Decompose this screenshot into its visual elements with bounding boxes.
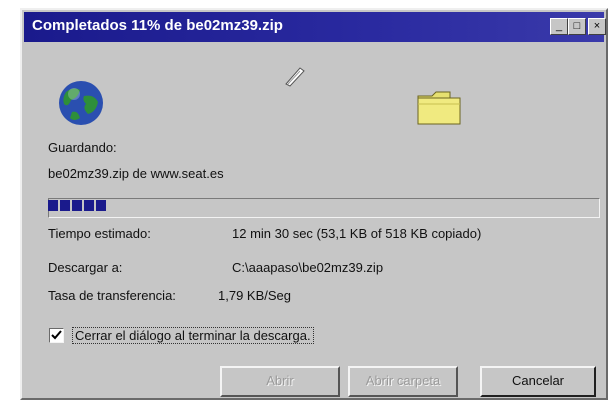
progress-block (84, 200, 94, 211)
saving-label: Guardando: (48, 140, 117, 155)
transfer-rate-label: Tasa de transferencia: (48, 288, 176, 303)
download-dialog: Completados 11% de be02mz39.zip _ □ × Gu… (20, 8, 608, 400)
maximize-button[interactable]: □ (568, 18, 586, 35)
open-folder-button[interactable]: Abrir carpeta (348, 366, 458, 397)
download-to-value: C:\aaapaso\be02mz39.zip (232, 260, 384, 275)
globe-icon (59, 81, 103, 125)
cancel-button[interactable]: Cancelar (480, 366, 596, 397)
progress-block (60, 200, 70, 211)
progress-block (48, 200, 58, 211)
window-title: Completados 11% de be02mz39.zip (32, 17, 283, 34)
paper-sheet-icon (285, 67, 305, 87)
saving-value: be02mz39.zip de www.seat.es (48, 166, 224, 181)
close-button[interactable]: × (588, 18, 606, 35)
title-bar[interactable]: Completados 11% de be02mz39.zip _ □ × (24, 12, 606, 42)
progress-block (72, 200, 82, 211)
download-to-label: Descargar a: (48, 260, 123, 275)
checkmark-icon (51, 330, 62, 340)
transfer-rate-value: 1,79 KB/Seg (218, 288, 291, 303)
time-value: 12 min 30 sec (53,1 KB of 518 KB copiado… (232, 226, 482, 241)
open-button[interactable]: Abrir (220, 366, 340, 397)
close-on-finish-label[interactable]: Cerrar el diálogo al terminar la descarg… (72, 327, 314, 344)
progress-block (96, 200, 106, 211)
time-label: Tiempo estimado: (48, 226, 151, 241)
folder-icon (417, 91, 461, 125)
close-on-finish-checkbox[interactable] (49, 328, 64, 343)
minimize-button[interactable]: _ (550, 18, 568, 35)
progress-bar (48, 200, 106, 211)
progress-track (48, 198, 600, 218)
